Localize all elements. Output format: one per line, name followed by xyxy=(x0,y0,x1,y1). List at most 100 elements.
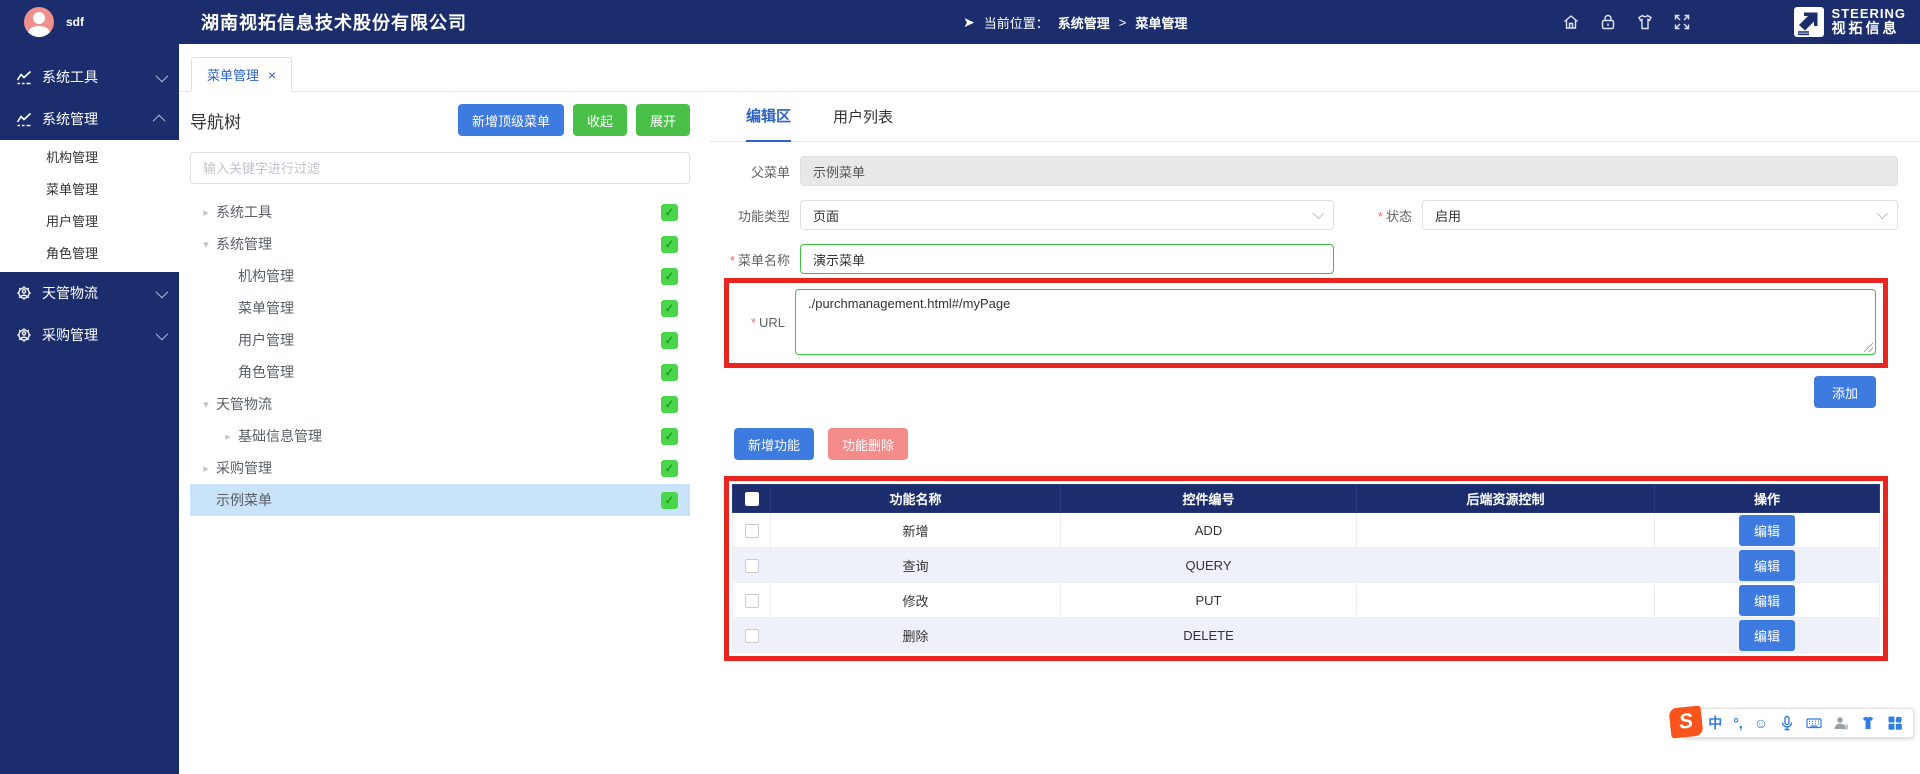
punctuation-icon[interactable]: °, xyxy=(1733,715,1743,731)
resize-handle-icon[interactable] xyxy=(1864,343,1873,352)
row-checkbox-cell xyxy=(733,583,771,618)
microphone-icon[interactable] xyxy=(1779,715,1795,731)
edit-button[interactable]: 编辑 xyxy=(1739,550,1795,581)
tree-node[interactable]: ▸采购管理✓ xyxy=(190,452,690,484)
sidebar-item-4[interactable]: 采购管理 xyxy=(0,314,179,356)
add-top-menu-button[interactable]: 新增顶级菜单 xyxy=(458,104,564,136)
tree-checkbox-checked[interactable]: ✓ xyxy=(661,268,678,285)
tree-node[interactable]: ▸基础信息管理✓ xyxy=(190,420,690,452)
tree-expand-icon[interactable]: ▾ xyxy=(196,238,216,251)
status-select[interactable]: 启用 xyxy=(1422,200,1898,230)
emoji-icon[interactable]: ☺ xyxy=(1754,715,1768,731)
sidebar-subitem[interactable]: 用户管理 xyxy=(0,206,179,238)
tree-checkbox-checked[interactable]: ✓ xyxy=(661,460,678,477)
tree-node-label: 系统管理 xyxy=(216,234,661,254)
tree-expand-icon[interactable]: ▸ xyxy=(196,462,216,475)
breadcrumb-item-1[interactable]: 系统管理 xyxy=(1058,13,1110,32)
collapse-all-button[interactable]: 收起 xyxy=(573,104,627,136)
url-field[interactable]: ./purchmanagement.html#/myPage xyxy=(795,289,1876,355)
tree-filter-input[interactable] xyxy=(190,152,690,184)
row-checkbox[interactable] xyxy=(745,524,759,538)
tree-node[interactable]: 机构管理✓ xyxy=(190,260,690,292)
sogou-logo-icon[interactable]: S xyxy=(1669,705,1704,738)
home-icon[interactable] xyxy=(1561,12,1581,32)
cell-control-code: QUERY xyxy=(1061,548,1357,583)
row-checkbox[interactable] xyxy=(745,629,759,643)
sidebar-item-1[interactable]: 系统工具 xyxy=(0,56,179,98)
tree-node[interactable]: ▾系统管理✓ xyxy=(190,228,690,260)
user-block[interactable]: sdf xyxy=(0,7,179,37)
menu-name-field[interactable] xyxy=(800,244,1334,274)
tab-edit-area[interactable]: 编辑区 xyxy=(746,105,791,142)
menu-edit-form: 父菜单 功能类型 页面 *状态 启用 *菜单名称 xyxy=(710,142,1920,661)
column-header: 后端资源控制 xyxy=(1357,485,1655,513)
chinese-mode-icon[interactable]: 中 xyxy=(1708,713,1722,733)
tree-expand-icon[interactable]: ▾ xyxy=(196,398,216,411)
cell-function-name: 删除 xyxy=(771,618,1061,653)
form-row-parent: 父菜单 xyxy=(722,156,1898,186)
sidebar-item-3[interactable]: 天管物流 xyxy=(0,272,179,314)
shirt-icon[interactable] xyxy=(1635,12,1655,32)
tree-node[interactable]: 用户管理✓ xyxy=(190,324,690,356)
required-mark: * xyxy=(1378,209,1383,224)
edit-button[interactable]: 编辑 xyxy=(1739,515,1795,546)
tree-node[interactable]: ▸系统工具✓ xyxy=(190,196,690,228)
edit-button[interactable]: 编辑 xyxy=(1739,585,1795,616)
tree-node[interactable]: 角色管理✓ xyxy=(190,356,690,388)
add-button[interactable]: 添加 xyxy=(1814,376,1876,408)
column-header: 操作 xyxy=(1655,485,1880,513)
cell-action: 编辑 xyxy=(1655,583,1880,618)
nav-tree: ▸系统工具✓▾系统管理✓机构管理✓菜单管理✓用户管理✓角色管理✓▾天管物流✓▸基… xyxy=(190,196,690,516)
edit-button[interactable]: 编辑 xyxy=(1739,620,1795,651)
tree-node[interactable]: ▾天管物流✓ xyxy=(190,388,690,420)
avatar[interactable] xyxy=(24,7,54,37)
breadcrumb-item-2[interactable]: 菜单管理 xyxy=(1135,13,1187,32)
toolbox-grid-icon[interactable] xyxy=(1887,715,1903,731)
table-row: 删除DELETE编辑 xyxy=(733,618,1880,653)
fullscreen-icon[interactable] xyxy=(1672,12,1692,32)
tree-checkbox-checked[interactable]: ✓ xyxy=(661,236,678,253)
cell-function-name: 新增 xyxy=(771,513,1061,548)
tab-menu-management[interactable]: 菜单管理 × xyxy=(191,57,292,92)
sidebar-subitem[interactable]: 菜单管理 xyxy=(0,174,179,206)
skin-icon[interactable] xyxy=(1860,715,1876,731)
keyboard-icon[interactable] xyxy=(1806,715,1822,731)
tab-user-list[interactable]: 用户列表 xyxy=(833,106,893,141)
close-icon[interactable]: × xyxy=(268,67,276,83)
expand-all-button[interactable]: 展开 xyxy=(636,104,690,136)
tree-checkbox-checked[interactable]: ✓ xyxy=(661,492,678,509)
tree-expand-icon[interactable]: ▸ xyxy=(196,206,216,219)
top-header: sdf 湖南视拓信息技术股份有限公司 ➤ 当前位置： 系统管理 > 菜单管理 S… xyxy=(0,0,1920,44)
add-function-button[interactable]: 新增功能 xyxy=(734,428,814,460)
chevron-down-icon xyxy=(1313,208,1324,219)
nav-tree-panel: 导航树 新增顶级菜单 收起 展开 ▸系统工具✓▾系统管理✓机构管理✓菜单管理✓用… xyxy=(180,92,700,774)
function-type-select[interactable]: 页面 xyxy=(800,200,1334,230)
select-all-checkbox[interactable] xyxy=(745,492,759,506)
tree-checkbox-checked[interactable]: ✓ xyxy=(661,396,678,413)
tree-checkbox-checked[interactable]: ✓ xyxy=(661,332,678,349)
tree-node[interactable]: 菜单管理✓ xyxy=(190,292,690,324)
lock-icon[interactable] xyxy=(1598,12,1618,32)
tree-node[interactable]: 示例菜单✓ xyxy=(190,484,690,516)
user-lexicon-icon[interactable] xyxy=(1833,715,1849,731)
sidebar-item-2[interactable]: 系统管理 xyxy=(0,98,179,140)
tree-node-label: 菜单管理 xyxy=(238,298,661,318)
tree-node-label: 用户管理 xyxy=(238,330,661,350)
delete-function-button[interactable]: 功能删除 xyxy=(828,428,908,460)
tree-checkbox-checked[interactable]: ✓ xyxy=(661,364,678,381)
tree-checkbox-checked[interactable]: ✓ xyxy=(661,428,678,445)
sidebar-subitem[interactable]: 机构管理 xyxy=(0,142,179,174)
row-checkbox[interactable] xyxy=(745,594,759,608)
ime-toolbar: S中°,☺ xyxy=(1683,708,1914,738)
header-icon-group xyxy=(1561,0,1692,44)
row-checkbox[interactable] xyxy=(745,559,759,573)
tree-checkbox-checked[interactable]: ✓ xyxy=(661,300,678,317)
tree-expand-icon[interactable]: ▸ xyxy=(218,430,238,443)
parent-menu-label: 父菜单 xyxy=(722,162,800,181)
sidebar-item-label: 系统管理 xyxy=(42,109,146,129)
tree-checkbox-checked[interactable]: ✓ xyxy=(661,204,678,221)
tree-panel-header: 导航树 新增顶级菜单 收起 展开 xyxy=(190,104,690,136)
company-title: 湖南视拓信息技术股份有限公司 xyxy=(201,9,467,35)
sidebar-subitem[interactable]: 角色管理 xyxy=(0,238,179,270)
brand-name-en: STEERING xyxy=(1832,7,1906,21)
